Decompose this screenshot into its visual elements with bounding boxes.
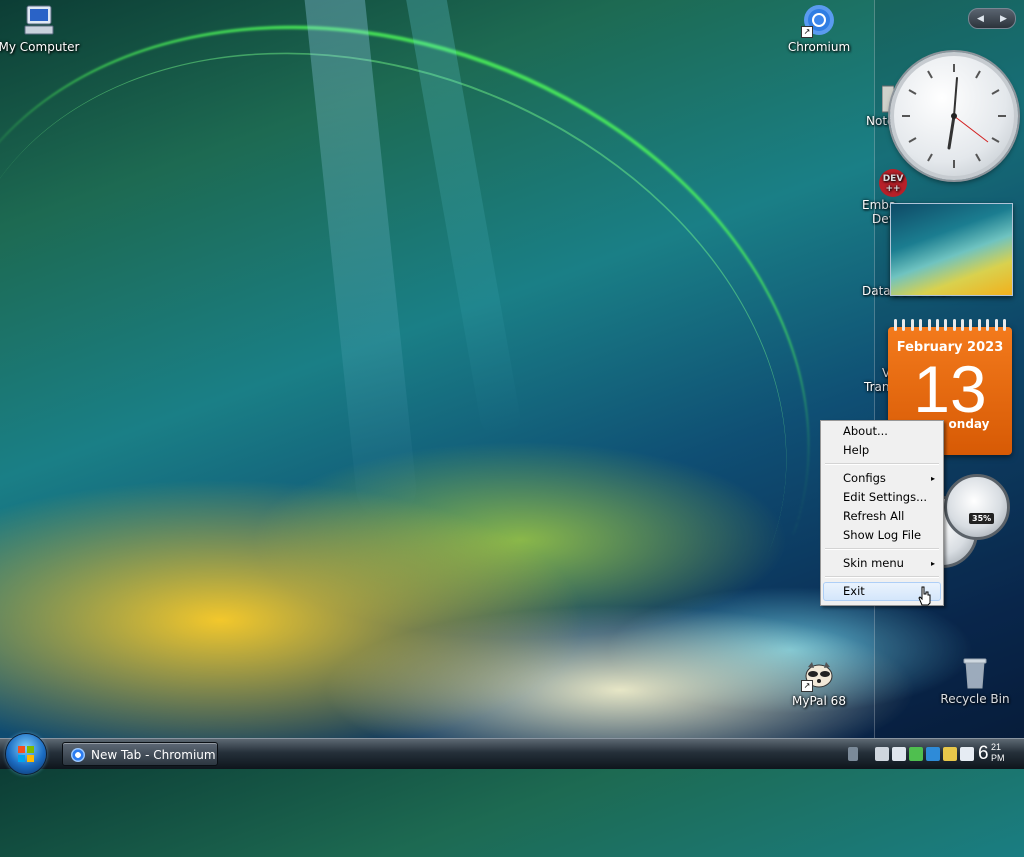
clock-minute: 21 bbox=[991, 742, 1002, 752]
tray-app-icon[interactable] bbox=[909, 747, 923, 761]
clock-ampm: PM bbox=[991, 753, 1005, 763]
desktop-icon-label: My Computer bbox=[0, 40, 80, 54]
clock-hour-hand bbox=[947, 114, 956, 150]
shortcut-arrow-icon: ↗ bbox=[801, 26, 813, 38]
sidebar-next-button[interactable]: ▶ bbox=[1000, 14, 1007, 24]
slideshow-gadget[interactable] bbox=[890, 203, 1013, 296]
menu-item-refresh-all[interactable]: Refresh All bbox=[823, 507, 941, 526]
clock-minute-hand bbox=[953, 77, 958, 117]
wallpaper-streak bbox=[0, 0, 889, 850]
desktop-icon-chromium[interactable]: ↗ Chromium bbox=[774, 4, 864, 54]
menu-item-about[interactable]: About... bbox=[823, 422, 941, 441]
tray-arrow-icon[interactable] bbox=[848, 747, 858, 761]
desktop-icon-recycle-bin[interactable]: Recycle Bin bbox=[930, 656, 1020, 706]
menu-item-show-log-file[interactable]: Show Log File bbox=[823, 526, 941, 545]
taskbar-button-chromium[interactable]: New Tab - Chromium bbox=[62, 742, 218, 766]
recycle-bin-icon bbox=[957, 656, 993, 690]
mypal-raccoon-icon: ↗ bbox=[801, 658, 837, 692]
wallpaper-streak bbox=[396, 0, 524, 440]
menu-item-edit-settings[interactable]: Edit Settings... bbox=[823, 488, 941, 507]
tray-app-icon[interactable] bbox=[960, 747, 974, 761]
desktop-icon-label: MyPal 68 bbox=[792, 694, 846, 708]
desktop-icon-label: Chromium bbox=[787, 40, 851, 54]
clock-second-hand bbox=[953, 115, 989, 143]
memory-meter-dial bbox=[944, 474, 1010, 540]
hand-cursor-icon bbox=[918, 586, 931, 606]
rainmeter-context-menu: About... Help Configs ▸ Edit Settings... … bbox=[820, 420, 944, 606]
windows-logo-icon bbox=[18, 746, 34, 762]
clock-gadget[interactable] bbox=[890, 52, 1018, 180]
calendar-month-year: February 2023 bbox=[896, 340, 1004, 355]
start-button[interactable] bbox=[6, 734, 46, 774]
menu-item-configs[interactable]: Configs ▸ bbox=[823, 469, 941, 488]
menu-separator bbox=[825, 463, 939, 465]
wallpaper-streak bbox=[300, 0, 420, 522]
calendar-rings bbox=[894, 319, 1006, 331]
clock-face bbox=[902, 64, 1006, 168]
network-icon[interactable] bbox=[875, 747, 889, 761]
desktop-icon-label: Recycle Bin bbox=[940, 692, 1010, 706]
submenu-arrow-icon: ▸ bbox=[930, 474, 935, 483]
sidebar-prev-button[interactable]: ◀ bbox=[977, 14, 984, 24]
cpu-meter-value: 35% bbox=[969, 513, 995, 524]
shortcut-arrow-icon: ↗ bbox=[801, 680, 813, 692]
chromium-icon bbox=[71, 748, 85, 762]
desktop-icon-my-computer[interactable]: My Computer bbox=[0, 4, 84, 54]
taskbar-button-label: New Tab - Chromium bbox=[91, 748, 216, 762]
menu-separator bbox=[825, 548, 939, 550]
clock-hour: 6 bbox=[978, 743, 989, 764]
sidebar-nav: ◀ ▶ bbox=[968, 8, 1016, 29]
calendar-day: 13 bbox=[913, 352, 987, 426]
computer-icon bbox=[21, 4, 57, 38]
tray-app-icon[interactable] bbox=[943, 747, 957, 761]
taskbar: New Tab - Chromium 6 21 PM bbox=[0, 734, 1024, 774]
tray-app-icon[interactable] bbox=[926, 747, 940, 761]
chromium-icon: ↗ bbox=[801, 4, 837, 38]
volume-icon[interactable] bbox=[892, 747, 906, 761]
wallpaper-streak bbox=[0, 0, 910, 857]
system-tray bbox=[848, 745, 974, 763]
taskbar-clock[interactable]: 6 21 PM bbox=[978, 741, 1005, 767]
submenu-arrow-icon: ▸ bbox=[930, 559, 935, 568]
menu-item-help[interactable]: Help bbox=[823, 441, 941, 460]
menu-item-skin-menu[interactable]: Skin menu ▸ bbox=[823, 554, 941, 573]
menu-separator bbox=[825, 576, 939, 578]
desktop-icon-mypal[interactable]: ↗ MyPal 68 bbox=[774, 658, 864, 708]
